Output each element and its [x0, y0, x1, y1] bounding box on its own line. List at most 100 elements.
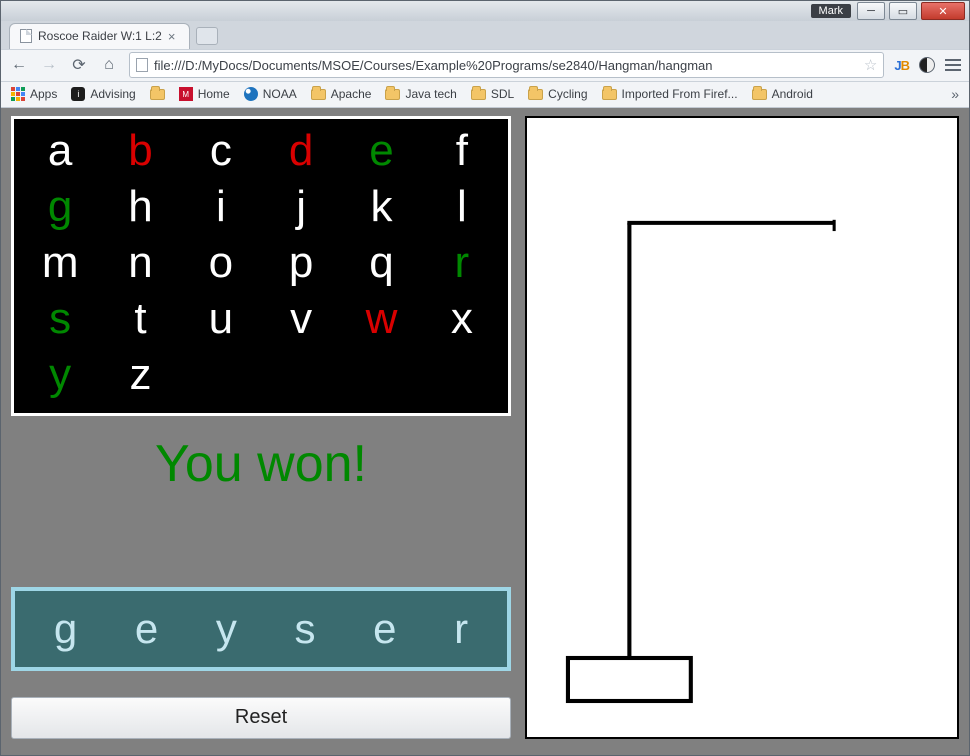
letter-p[interactable]: p — [261, 235, 341, 291]
bookmark-label: Imported From Firef... — [622, 87, 738, 101]
bookmark-item[interactable]: Apache — [311, 87, 372, 101]
letter-u[interactable]: u — [181, 291, 261, 347]
letter-w[interactable]: w — [341, 291, 421, 347]
letter-v[interactable]: v — [261, 291, 341, 347]
folder-icon — [385, 89, 400, 100]
bookmark-favicon: i — [71, 87, 85, 101]
alphabet-panel: abcdef ghijkl mnopqr stuvwx yz — [11, 116, 511, 416]
reset-button[interactable]: Reset — [11, 697, 511, 739]
reset-button-label: Reset — [235, 706, 287, 729]
hangman-canvas — [525, 116, 959, 739]
address-bar[interactable]: file:///D:/MyDocs/Documents/MSOE/Courses… — [129, 52, 884, 78]
letter-f[interactable]: f — [422, 123, 502, 179]
letter-m[interactable]: m — [20, 235, 100, 291]
letter-k[interactable]: k — [341, 179, 421, 235]
bookmark-label: Apache — [331, 87, 372, 101]
bookmark-folder[interactable]: Advising — [150, 89, 165, 100]
bookmark-item[interactable]: NOAA — [244, 87, 297, 101]
letter-h[interactable]: h — [100, 179, 180, 235]
letter-r[interactable]: r — [422, 235, 502, 291]
letter-l[interactable]: l — [422, 179, 502, 235]
bookmarks-bar: Apps i Advising Advising MHome NOAA Apache… — [1, 82, 969, 108]
bookmark-label: Cycling — [548, 87, 587, 101]
hangman-svg — [527, 118, 957, 737]
bookmark-label: Java tech — [405, 87, 456, 101]
folder-icon — [752, 89, 767, 100]
user-badge[interactable]: Mark — [811, 4, 851, 18]
os-window: Mark ─ ▭ ✕ Roscoe Raider W:1 L:2 × ← → ⟳… — [0, 0, 970, 756]
back-button[interactable]: ← — [9, 55, 29, 75]
alphabet-grid: abcdef ghijkl mnopqr stuvwx yz — [20, 123, 502, 403]
folder-icon — [150, 89, 165, 100]
bookmark-overflow-button[interactable]: » — [951, 86, 959, 102]
url-text: file:///D:/MyDocs/Documents/MSOE/Courses… — [154, 58, 858, 73]
window-minimize-button[interactable]: ─ — [857, 2, 885, 20]
apps-label: Apps — [30, 87, 57, 101]
bookmark-label: SDL — [491, 87, 514, 101]
bookmark-item[interactable]: Cycling — [528, 87, 587, 101]
letter-b[interactable]: b — [100, 123, 180, 179]
bookmark-item[interactable]: Imported From Firef... — [602, 87, 738, 101]
word-letter: e — [373, 605, 396, 653]
word-letter: r — [454, 605, 468, 653]
word-letter: g — [54, 605, 77, 653]
bookmark-item[interactable]: i Advising — [71, 87, 135, 101]
window-maximize-button[interactable]: ▭ — [889, 2, 917, 20]
game-left-column: abcdefghijklmnopqrstuvwxyz You won! geys… — [11, 116, 511, 739]
letter-s[interactable]: s — [20, 291, 100, 347]
extension-contrast-icon[interactable] — [919, 57, 935, 73]
apps-icon — [11, 87, 25, 101]
word-letter: y — [216, 605, 237, 653]
bookmark-item[interactable]: Android — [752, 87, 813, 101]
bookmark-label: NOAA — [263, 87, 297, 101]
document-icon — [20, 29, 32, 43]
word-letter: e — [135, 605, 158, 653]
apps-shortcut[interactable]: Apps — [11, 87, 57, 101]
browser-menu-button[interactable] — [945, 59, 961, 71]
forward-button[interactable]: → — [39, 55, 59, 75]
letter-z[interactable]: z — [100, 347, 180, 403]
letter-o[interactable]: o — [181, 235, 261, 291]
letter-x[interactable]: x — [422, 291, 502, 347]
extension-jb-icon[interactable]: JB — [894, 58, 909, 73]
word-reveal-panel: geyser — [11, 587, 511, 671]
bookmark-label: Advising — [90, 87, 135, 101]
folder-icon — [528, 89, 543, 100]
page-icon — [136, 58, 148, 72]
tab-close-icon[interactable]: × — [168, 29, 176, 44]
word-letter: s — [294, 605, 315, 653]
home-button[interactable]: ⌂ — [99, 55, 119, 75]
game-right-column — [525, 116, 959, 739]
folder-icon — [471, 89, 486, 100]
new-tab-button[interactable] — [196, 27, 218, 45]
letter-e[interactable]: e — [341, 123, 421, 179]
tab-title: Roscoe Raider W:1 L:2 — [38, 29, 162, 43]
layout-spacer — [11, 504, 511, 587]
folder-icon — [311, 89, 326, 100]
letter-j[interactable]: j — [261, 179, 341, 235]
letter-n[interactable]: n — [100, 235, 180, 291]
letter-g[interactable]: g — [20, 179, 100, 235]
window-titlebar: Mark ─ ▭ ✕ — [1, 1, 969, 21]
reload-button[interactable]: ⟳ — [69, 55, 89, 75]
bookmark-item[interactable]: MHome — [179, 87, 230, 101]
bookmark-item[interactable]: Java tech — [385, 87, 456, 101]
page-viewport: abcdefghijklmnopqrstuvwxyz You won! geys… — [1, 108, 969, 755]
bookmark-favicon: M — [179, 87, 193, 101]
window-close-button[interactable]: ✕ — [921, 2, 965, 20]
letter-c[interactable]: c — [181, 123, 261, 179]
bookmark-star-icon[interactable]: ☆ — [864, 56, 877, 74]
letter-d[interactable]: d — [261, 123, 341, 179]
letter-a[interactable]: a — [20, 123, 100, 179]
letter-i[interactable]: i — [181, 179, 261, 235]
browser-toolbar: ← → ⟳ ⌂ file:///D:/MyDocs/Documents/MSOE… — [1, 49, 969, 82]
letter-t[interactable]: t — [100, 291, 180, 347]
game-status-message: You won! — [11, 434, 511, 494]
tab-strip: Roscoe Raider W:1 L:2 × — [1, 21, 969, 49]
bookmark-item[interactable]: SDL — [471, 87, 514, 101]
bookmark-favicon — [244, 87, 258, 101]
letter-q[interactable]: q — [341, 235, 421, 291]
letter-y[interactable]: y — [20, 347, 100, 403]
folder-icon — [602, 89, 617, 100]
browser-tab[interactable]: Roscoe Raider W:1 L:2 × — [9, 23, 190, 49]
